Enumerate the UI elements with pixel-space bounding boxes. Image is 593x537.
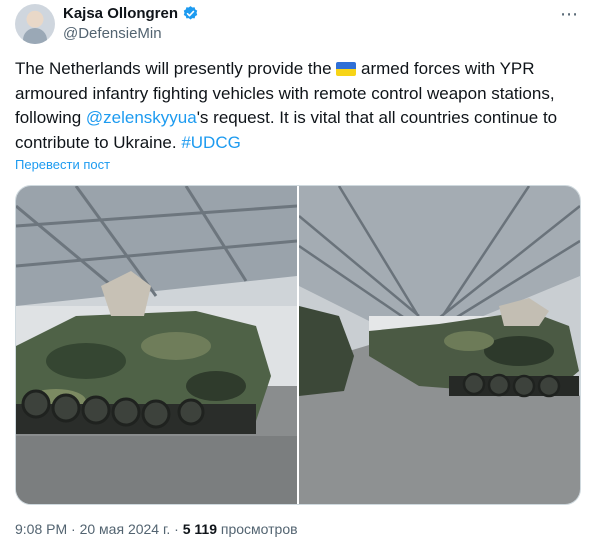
photo-vehicle-row[interactable] bbox=[299, 186, 580, 504]
hashtag-link[interactable]: #UDCG bbox=[181, 133, 241, 152]
author-handle[interactable]: @DefensieMin bbox=[63, 25, 162, 42]
tweet-text-part: The Netherlands will presently provide t… bbox=[15, 59, 337, 78]
post-time[interactable]: 9:08 PM bbox=[15, 521, 67, 537]
photo-single-vehicle-image bbox=[16, 186, 297, 504]
author-name-row: Kajsa Ollongren bbox=[63, 5, 199, 22]
meta-separator: · bbox=[174, 521, 179, 537]
tweet-meta: 9:08 PM · 20 мая 2024 г. · 5 119 просмот… bbox=[15, 521, 298, 537]
ukraine-flag-icon bbox=[336, 62, 357, 76]
verified-badge-icon bbox=[183, 6, 198, 20]
translate-post-link[interactable]: Перевести пост bbox=[15, 157, 110, 172]
media-gallery bbox=[15, 185, 581, 505]
views-label: просмотров bbox=[220, 521, 298, 537]
tweet-text: The Netherlands will presently provide t… bbox=[15, 57, 585, 155]
post-date[interactable]: 20 мая 2024 г. bbox=[80, 521, 171, 537]
photo-vehicle-row-image bbox=[299, 186, 580, 504]
views-count: 5 119 bbox=[182, 521, 217, 537]
more-options-icon[interactable]: ⋯ bbox=[560, 4, 579, 25]
author-name[interactable]: Kajsa Ollongren bbox=[63, 5, 178, 22]
mention-link[interactable]: @zelenskyyua bbox=[86, 108, 197, 127]
meta-separator: · bbox=[71, 521, 76, 537]
author-avatar[interactable] bbox=[15, 4, 55, 44]
photo-single-vehicle[interactable] bbox=[16, 186, 297, 504]
